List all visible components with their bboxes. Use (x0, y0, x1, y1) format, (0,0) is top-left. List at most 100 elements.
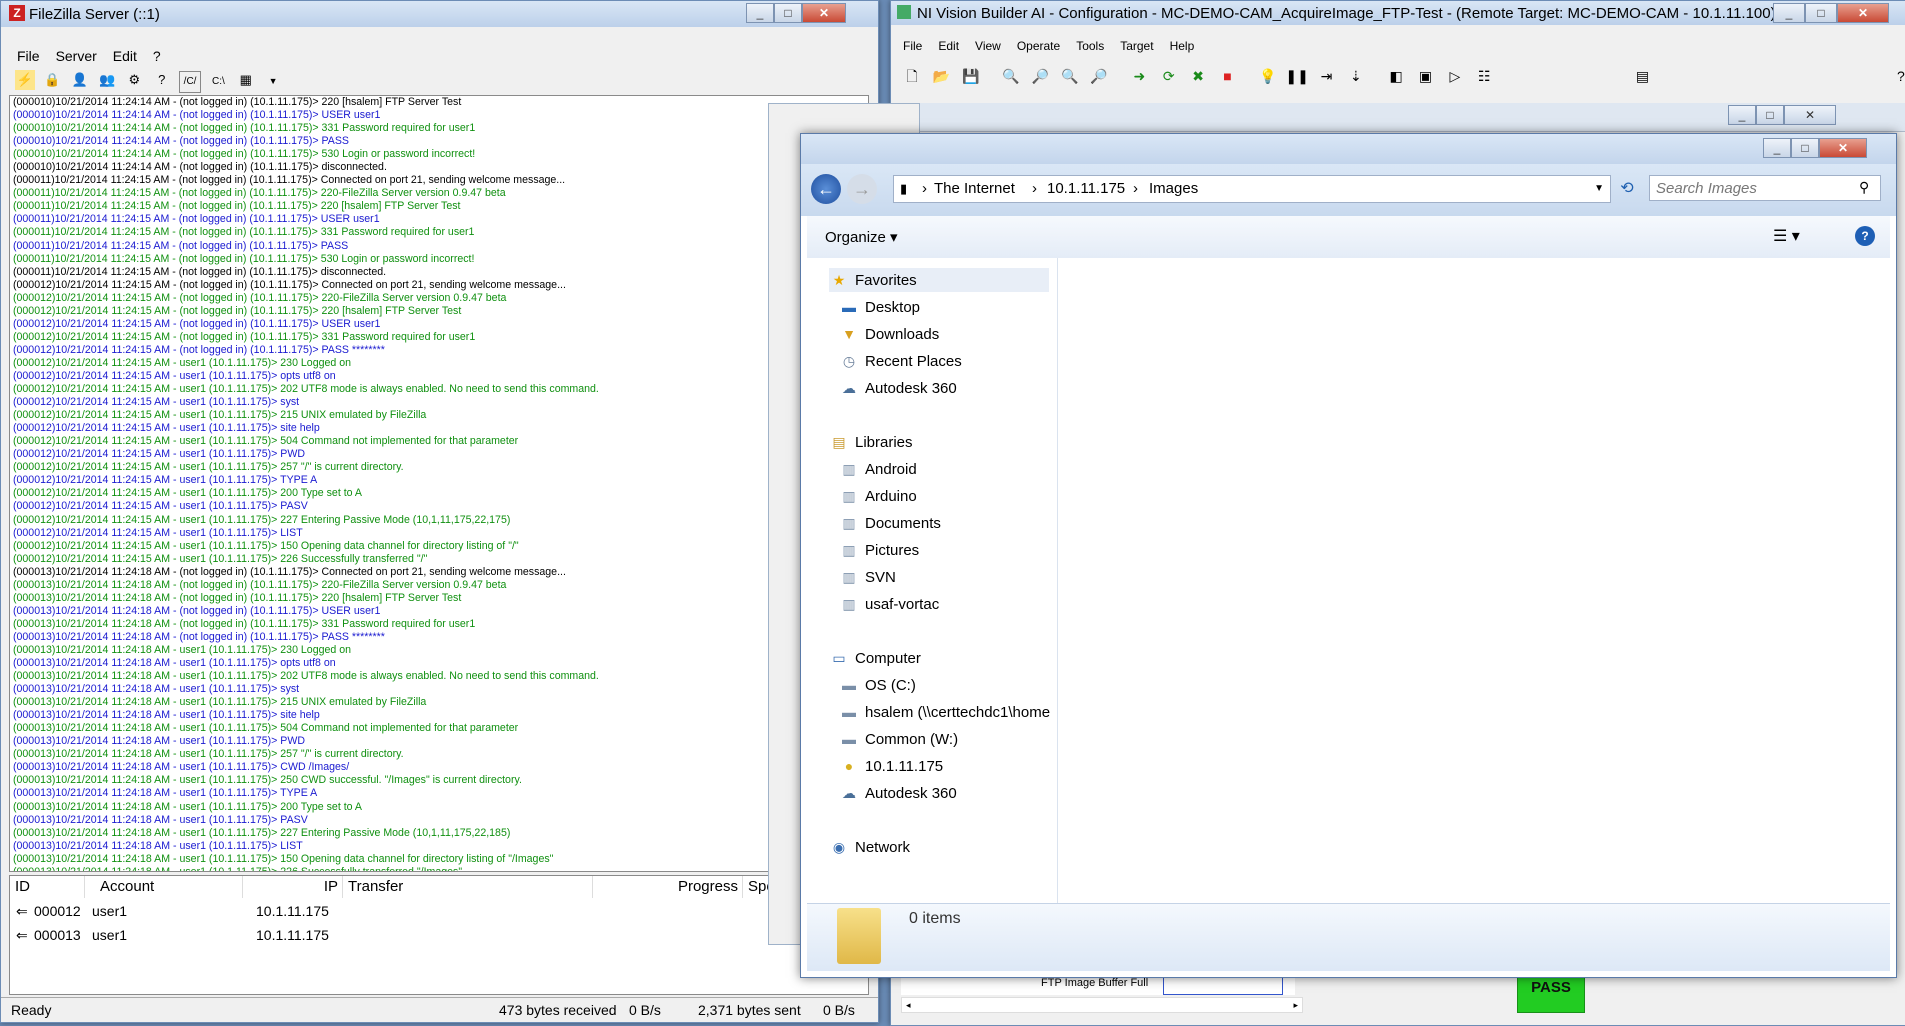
nav-library-item[interactable]: ▥ SVN (839, 565, 895, 589)
pause-icon[interactable]: ❚❚ (1285, 65, 1309, 87)
close-button[interactable]: ✕ (802, 3, 846, 23)
nav-ftp-host[interactable]: ● 10.1.11.175 (839, 754, 943, 778)
nav-library-item[interactable]: ▥ Arduino (839, 484, 916, 508)
zoom-fit-icon[interactable]: 🔎 (1087, 65, 1111, 87)
settings-icon[interactable]: ⚙ (124, 70, 144, 90)
run-stop-icon[interactable]: ✖ (1186, 65, 1210, 87)
zoom-1to1-icon[interactable]: 🔍 (1058, 65, 1082, 87)
open-icon[interactable]: 📂 (929, 65, 953, 87)
nav-drive-home[interactable]: ▬ hsalem (\\certtechdc1\home (839, 700, 1050, 724)
dropdown-arrow-icon[interactable]: ▼ (263, 71, 283, 91)
view-options-icon[interactable]: ☰ ▾ (1773, 226, 1800, 246)
lock-icon[interactable]: 🔒 (42, 70, 62, 90)
refresh-button[interactable]: ⟲ (1613, 175, 1641, 203)
address-dropdown-icon[interactable]: ▼ (1594, 176, 1604, 202)
save-icon[interactable]: 💾 (959, 65, 983, 87)
close-button[interactable]: ✕ (1819, 138, 1867, 158)
highlight-icon[interactable]: 💡 (1256, 65, 1280, 87)
navigation-pane[interactable]: ★ Favorites ▬ Desktop ▼ Downloads ◷ Recent P… (807, 258, 1058, 903)
run-loop-icon[interactable]: ⟳ (1157, 65, 1181, 87)
nav-computer[interactable]: ▭ Computer (829, 646, 920, 670)
nav-libraries[interactable]: ▤ Libraries (829, 430, 912, 454)
back-button[interactable]: ← (811, 174, 841, 204)
help-icon[interactable]: ? (1855, 226, 1875, 246)
deploy-icon[interactable]: ▤ (1631, 65, 1655, 87)
activate-server-icon[interactable]: ⚡ (15, 70, 35, 90)
inner-close-button[interactable]: ✕ (1784, 105, 1836, 125)
menu-view[interactable]: View (967, 37, 1009, 57)
breadcrumb-images[interactable]: Images (1149, 176, 1198, 202)
menu-file[interactable]: File (895, 37, 930, 57)
maximize-button[interactable]: □ (1791, 138, 1819, 158)
users-icon[interactable]: 👤 (70, 70, 90, 90)
menu-operate[interactable]: Operate (1009, 37, 1068, 57)
explorer-titlebar[interactable]: _ □ ✕ (801, 134, 1896, 164)
server-log[interactable]: (000010)10/21/2014 11:24:14 AM - (not lo… (9, 95, 869, 872)
minimize-button[interactable]: _ (746, 3, 774, 23)
filezilla-titlebar[interactable]: Z FileZilla Server (::1) _ □ ✕ (1, 1, 878, 27)
nav-autodesk[interactable]: ☁ Autodesk 360 (839, 376, 957, 400)
new-icon[interactable]: 🗋 (900, 65, 924, 87)
nav-desktop[interactable]: ▬ Desktop (839, 295, 920, 319)
col-progress[interactable]: Progress (593, 876, 743, 898)
maximize-button[interactable]: □ (774, 3, 802, 23)
c-drive-button[interactable]: C:\ (208, 72, 228, 92)
minimize-button[interactable]: _ (1763, 138, 1791, 158)
menu-server[interactable]: Server (48, 46, 105, 66)
groups-icon[interactable]: 👥 (97, 70, 117, 90)
nav-library-item[interactable]: ▥ Android (839, 457, 916, 481)
menu-edit[interactable]: Edit (105, 46, 145, 66)
stop-icon[interactable]: ■ (1215, 65, 1239, 87)
close-button[interactable]: ✕ (1837, 3, 1889, 23)
zoom-out-icon[interactable]: 🔎 (1028, 65, 1052, 87)
help-icon[interactable]: ? (152, 70, 172, 90)
col-ip[interactable]: IP (243, 876, 343, 898)
nav-network[interactable]: ◉ Network (829, 835, 910, 859)
minimize-button[interactable]: _ (1773, 3, 1805, 23)
menu-file[interactable]: File (9, 46, 48, 66)
menu-help[interactable]: ? (145, 46, 169, 66)
forward-button[interactable]: → (847, 174, 877, 204)
col-transfer[interactable]: Transfer (343, 876, 593, 898)
view-icon[interactable]: ▦ (236, 70, 256, 90)
table-row[interactable]: ⇐ 000012 user1 10.1.11.175 (10, 900, 868, 922)
nav-drive-c[interactable]: ▬ OS (C:) (839, 673, 916, 697)
inner-minimize-button[interactable]: _ (1728, 105, 1756, 125)
nav-library-item[interactable]: ▥ usaf-vortac (839, 592, 939, 616)
col-id[interactable]: ID (10, 876, 85, 898)
run-once-icon[interactable]: ➜ (1127, 65, 1151, 87)
connections-list[interactable]: ID Account IP Transfer Progress Spe ⇐ 00… (9, 875, 869, 995)
image-icon[interactable]: ▣ (1414, 65, 1438, 87)
menu-edit[interactable]: Edit (930, 37, 967, 57)
maximize-button[interactable]: □ (1805, 3, 1837, 23)
inner-maximize-button[interactable]: □ (1756, 105, 1784, 125)
nav-recent[interactable]: ◷ Recent Places (839, 349, 962, 373)
breakpoint-icon[interactable]: ⇣ (1344, 65, 1368, 87)
c-path-button[interactable]: /C/ (179, 71, 202, 93)
zoom-in-icon[interactable]: 🔍 (999, 65, 1023, 87)
address-bar[interactable]: ▮ › The Internet › 10.1.11.175 › Images … (893, 175, 1611, 203)
image-prev-icon[interactable]: ◧ (1384, 65, 1408, 87)
menu-tools[interactable]: Tools (1068, 37, 1112, 57)
scrollbar-h[interactable]: ◂ ▸ (901, 997, 1303, 1013)
menu-target[interactable]: Target (1112, 37, 1161, 57)
menu-help[interactable]: Help (1162, 37, 1203, 57)
nav-drive-w[interactable]: ▬ Common (W:) (839, 727, 958, 751)
nav-favorites[interactable]: ★ Favorites (829, 268, 1049, 292)
nivision-titlebar[interactable]: NI Vision Builder AI - Configuration - M… (891, 1, 1905, 25)
file-list-area[interactable] (1058, 258, 1890, 903)
step-icon[interactable]: ⇥ (1314, 65, 1338, 87)
breadcrumb-internet[interactable]: The Internet (934, 176, 1015, 202)
col-account[interactable]: Account (85, 876, 243, 898)
nav-autodesk-computer[interactable]: ☁ Autodesk 360 (839, 781, 957, 805)
table-row[interactable]: ⇐ 000013 user1 10.1.11.175 (10, 924, 868, 946)
breadcrumb-host[interactable]: 10.1.11.175 (1047, 176, 1125, 202)
network-icon[interactable]: ☷ (1472, 65, 1496, 87)
search-input[interactable]: Search Images (1649, 175, 1881, 201)
image-next-icon[interactable]: ▷ (1443, 65, 1467, 87)
context-help-icon[interactable]: ? (1889, 65, 1905, 87)
nav-library-item[interactable]: ▥ Pictures (839, 538, 919, 562)
nav-downloads[interactable]: ▼ Downloads (839, 322, 939, 346)
nav-library-item[interactable]: ▥ Documents (839, 511, 941, 535)
organize-button[interactable]: Organize ▾ (825, 228, 898, 246)
